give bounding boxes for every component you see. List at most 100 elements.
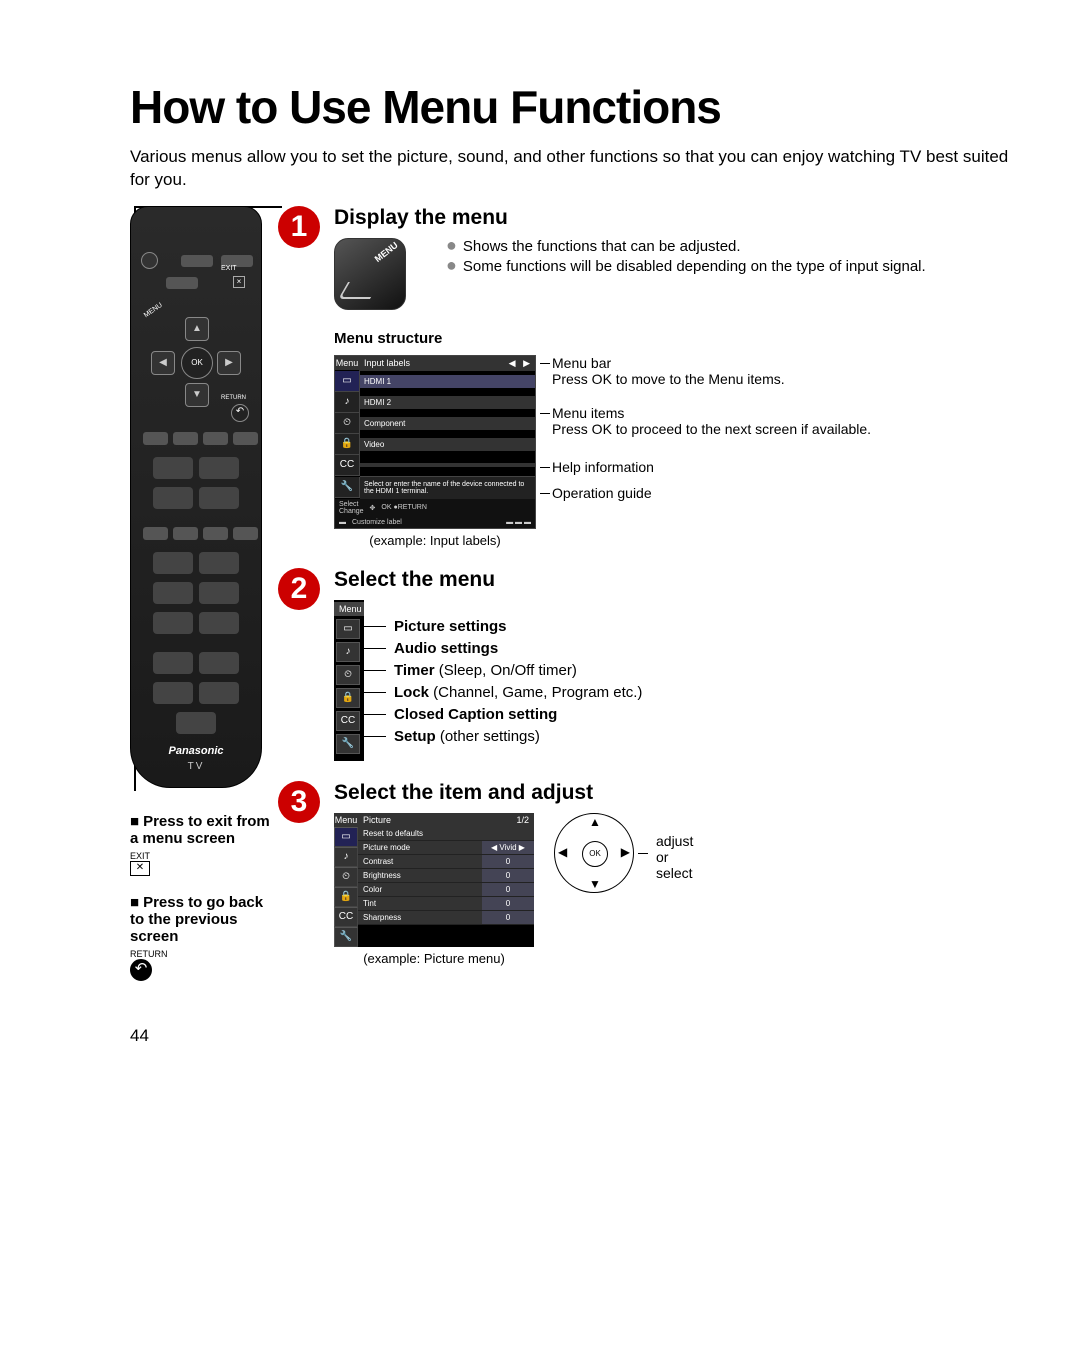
remote-control: EXIT × MENU ▲ ▼ ◀ ▶ OK RETURN ↶: [130, 206, 262, 788]
dpad-hint: adjust or select: [656, 833, 693, 881]
exit-icon: ✕: [130, 861, 150, 876]
remote-button: [199, 612, 239, 634]
page-number: 44: [130, 1026, 1020, 1046]
remote-menu-label: MENU: [143, 302, 164, 320]
picture-setting-row: Reset to defaults: [358, 827, 534, 841]
remote-button: [199, 457, 239, 479]
intro-text: Various menus allow you to set the pictu…: [130, 146, 1020, 192]
callout-menubar: Menu barPress OK to move to the Menu ite…: [552, 355, 871, 387]
step-1-badge: 1: [278, 206, 320, 248]
menu-item: Picture settings: [364, 618, 642, 635]
cc-icon: CC: [336, 711, 360, 731]
up-icon: ▲: [185, 317, 209, 341]
remote-button: [199, 552, 239, 574]
remote-button: [153, 652, 193, 674]
remote-button: [203, 527, 228, 540]
setup-icon: 🔧: [335, 477, 360, 498]
remote-button: [153, 457, 193, 479]
callout-guide: Operation guide: [552, 485, 871, 501]
callout-menuitems: Menu itemsPress OK to proceed to the nex…: [552, 405, 871, 437]
dpad-diagram: ▲ ▼ ◀ ▶ OK: [554, 813, 634, 893]
remote-button: [153, 582, 193, 604]
remote-button: [153, 612, 193, 634]
example-caption: (example: Input labels): [334, 533, 536, 548]
timer-icon: ⏲: [334, 867, 358, 887]
remote-button: [176, 712, 216, 734]
example-caption: (example: Picture menu): [334, 951, 534, 966]
step-3-badge: 3: [278, 781, 320, 823]
exit-heading: ■Press to exit from a menu screen: [130, 813, 270, 847]
return-icon: ↶: [130, 959, 152, 981]
bullet: ●Some functions will be disabled dependi…: [446, 258, 926, 275]
callout-help: Help information: [552, 459, 871, 475]
remote-button: [181, 255, 213, 267]
bullet: ●Shows the functions that can be adjuste…: [446, 238, 926, 255]
timer-icon: ⏲: [335, 413, 360, 434]
menu-item: Audio settings: [364, 640, 642, 657]
remote-tv-label: TV: [131, 761, 261, 772]
remote-button: [203, 432, 228, 445]
remote-exit-label: EXIT: [221, 265, 237, 272]
step-2-title: Select the menu: [334, 568, 1020, 592]
lock-icon: 🔒: [336, 688, 360, 708]
remote-brand: Panasonic: [131, 745, 261, 757]
right-icon: ▶: [621, 845, 630, 859]
menu-item: Timer (Sleep, On/Off timer): [364, 662, 642, 679]
picture-setting-row: Picture mode◀ Vivid ▶: [358, 841, 534, 855]
left-icon: ◀: [151, 351, 175, 375]
cc-icon: CC: [335, 455, 360, 476]
cc-icon: CC: [334, 907, 358, 927]
step-2-badge: 2: [278, 568, 320, 610]
remote-button: [199, 487, 239, 509]
up-icon: ▲: [589, 815, 601, 829]
ok-icon: OK: [582, 841, 608, 867]
remote-ir-icon: [141, 252, 158, 269]
remote-button: [233, 527, 258, 540]
remote-button: [173, 432, 198, 445]
exit-button-diagram: EXIT ✕: [130, 851, 150, 876]
step-1-title: Display the menu: [334, 206, 1020, 230]
picture-menu-screenshot: Menu Picture 1/2 ▭ ♪ ⏲ 🔒: [334, 813, 534, 947]
audio-icon: ♪: [335, 392, 360, 413]
menu-item: Setup (other settings): [364, 728, 642, 745]
picture-setting-row: Contrast0: [358, 855, 534, 869]
menu-item: Lock (Channel, Game, Program etc.): [364, 684, 642, 701]
picture-setting-row: Color0: [358, 883, 534, 897]
remote-button: [233, 432, 258, 445]
picture-setting-row: Tint0: [358, 897, 534, 911]
remote-dpad: MENU ▲ ▼ ◀ ▶ OK: [151, 317, 241, 407]
picture-setting-row: Sharpness0: [358, 911, 534, 925]
ok-button-icon: OK: [181, 347, 213, 379]
audio-icon: ♪: [336, 642, 360, 662]
leader-line: [638, 853, 648, 854]
picture-icon: ▭: [334, 827, 358, 847]
remote-return-label: RETURN: [221, 395, 246, 401]
menu-button-icon: MENU: [334, 238, 406, 310]
page-title: How to Use Menu Functions: [130, 80, 1020, 134]
menu-icon-column: Menu ▭ ♪ ⏲ 🔒 CC 🔧: [334, 600, 364, 761]
down-icon: ▼: [589, 877, 601, 891]
menu-screenshot: Menu Input labels◀ ▶ ▭HDMI 1 ♪HDMI 2 ⏲Co…: [334, 355, 536, 529]
picture-setting-row: Brightness0: [358, 869, 534, 883]
back-heading: ■Press to go back to the previous screen: [130, 894, 270, 945]
remote-button: [153, 487, 193, 509]
remote-button: [199, 682, 239, 704]
picture-icon: ▭: [336, 619, 360, 639]
picture-icon: ▭: [335, 371, 360, 392]
setup-icon: 🔧: [336, 734, 360, 754]
menu-item: Closed Caption setting: [364, 706, 642, 723]
remote-button: [143, 527, 168, 540]
menu-structure-heading: Menu structure: [334, 330, 1020, 347]
remote-button: [199, 652, 239, 674]
lock-icon: 🔒: [335, 434, 360, 455]
left-icon: ◀: [558, 845, 567, 859]
exit-icon: ×: [233, 276, 245, 288]
remote-button: [166, 277, 198, 289]
lock-icon: 🔒: [334, 887, 358, 907]
remote-button: [143, 432, 168, 445]
down-icon: ▼: [185, 383, 209, 407]
remote-button: [153, 552, 193, 574]
remote-button: [173, 527, 198, 540]
step-3-title: Select the item and adjust: [334, 781, 1020, 805]
return-button-diagram: RETURN ↶: [130, 949, 168, 981]
